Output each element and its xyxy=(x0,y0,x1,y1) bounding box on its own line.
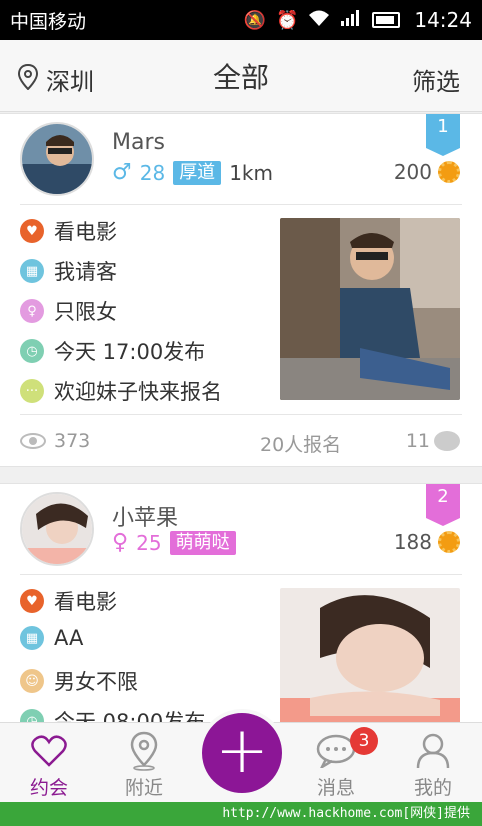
avatar[interactable] xyxy=(20,492,94,566)
top-bar: 深圳 全部 筛选 xyxy=(0,40,482,112)
detail-text: 我请客 xyxy=(54,260,117,284)
heart-outline-icon xyxy=(9,729,89,773)
detail-time: ◷ 今天 08:00发布 xyxy=(20,706,205,722)
user-name: Mars xyxy=(112,130,165,155)
comments-value: 11 xyxy=(405,430,430,452)
user-name: 小苹果 xyxy=(112,506,179,531)
detail-text: 只限女 xyxy=(54,300,117,324)
user-meta: ♂ 28 厚道 1km xyxy=(112,160,273,185)
detail-gender-limit: ♀ 只限女 xyxy=(20,296,117,326)
detail-text: 看电影 xyxy=(54,220,117,244)
tab-label: 我的 xyxy=(413,777,452,799)
distance: 1km xyxy=(229,160,273,185)
tab-label: 消息 xyxy=(316,777,355,799)
view-count: 373 xyxy=(20,430,90,452)
signal-icon xyxy=(340,9,362,32)
sun-icon xyxy=(438,531,460,553)
battery-icon xyxy=(372,12,401,28)
divider xyxy=(20,204,462,205)
person-icon: ☺ xyxy=(20,669,44,693)
detail-activity: ♥ 看电影 xyxy=(20,216,117,246)
clock-time: 14:24 xyxy=(414,8,472,32)
detail-note: ··· 欢迎妹子快来报名 xyxy=(20,376,222,406)
unread-badge: 3 xyxy=(350,727,378,755)
rank-badge: 1 xyxy=(426,114,460,156)
detail-text: 欢迎妹子快来报名 xyxy=(54,380,222,404)
post-card[interactable]: Mars ♂ 28 厚道 1km 200 1 ♥ 看电影 ▦ 我请客 ♀ 只限女… xyxy=(0,113,482,467)
heart-icon: ♥ xyxy=(20,589,44,613)
map-pin-icon xyxy=(104,729,184,773)
detail-activity: ♥ 看电影 xyxy=(20,586,117,616)
tab-dating[interactable]: 约会 xyxy=(9,729,89,800)
eye-icon xyxy=(20,433,46,449)
watermark: http://www.hackhome.com[网侠]提供 xyxy=(0,802,482,826)
detail-time: ◷ 今天 17:00发布 xyxy=(20,336,205,366)
ellipsis-icon: ··· xyxy=(20,379,44,403)
tab-label: 约会 xyxy=(29,777,68,799)
tab-nearby[interactable]: 附近 xyxy=(104,729,184,800)
post-list[interactable]: Mars ♂ 28 厚道 1km 200 1 ♥ 看电影 ▦ 我请客 ♀ 只限女… xyxy=(0,113,482,722)
post-stats: 373 20人报名 11 xyxy=(20,430,460,456)
post-photo[interactable] xyxy=(280,218,460,400)
add-post-button[interactable]: + xyxy=(198,709,286,797)
score-value: 200 xyxy=(393,160,432,184)
alarm-icon: ⏰ xyxy=(275,9,299,31)
heart-icon: ♥ xyxy=(20,219,44,243)
post-photo[interactable] xyxy=(280,588,460,722)
score-value: 188 xyxy=(393,530,432,554)
user-age: 25 xyxy=(136,530,162,555)
clock-icon: ◷ xyxy=(20,339,44,363)
views-value: 373 xyxy=(54,430,91,452)
wifi-icon xyxy=(308,9,330,32)
grid-icon: ▦ xyxy=(20,259,44,283)
tab-profile[interactable]: 我的 xyxy=(393,729,473,800)
avatar[interactable] xyxy=(20,122,94,196)
male-icon: ♂ xyxy=(112,160,132,185)
personality-tag: 厚道 xyxy=(173,160,222,185)
personality-tag: 萌萌哒 xyxy=(169,530,236,555)
detail-text: AA xyxy=(54,626,84,650)
carrier-name: 中国移动 xyxy=(10,10,87,33)
divider xyxy=(20,574,462,575)
mute-icon: 🔕 xyxy=(243,9,266,31)
user-meta: ♀ 25 萌萌哒 xyxy=(112,530,236,555)
grid-icon: ▦ xyxy=(20,626,44,650)
tab-label: 附近 xyxy=(124,777,163,799)
comment-bubble-icon xyxy=(434,431,460,451)
comment-count[interactable]: 11 xyxy=(406,430,460,452)
user-icon xyxy=(393,729,473,773)
female-icon: ♀ xyxy=(20,299,44,323)
divider xyxy=(20,414,462,415)
detail-payment: ▦ AA xyxy=(20,626,83,650)
user-age: 28 xyxy=(139,160,166,185)
detail-text: 今天 08:00发布 xyxy=(54,710,206,722)
bottom-tab-bar: 约会 附近 + 消息 3 我的 xyxy=(0,709,482,802)
detail-text: 看电影 xyxy=(54,590,117,614)
signup-count[interactable]: 20人报名 xyxy=(260,430,341,457)
status-icons: 🔕 ⏰ 14:24 xyxy=(244,8,472,32)
page-title: 全部 xyxy=(212,60,269,94)
female-icon: ♀ xyxy=(112,530,129,555)
charm-score: 200 xyxy=(394,160,460,184)
detail-gender-limit: ☺ 男女不限 xyxy=(20,666,138,696)
detail-payment: ▦ 我请客 xyxy=(20,256,117,286)
rank-badge: 2 xyxy=(426,484,460,526)
detail-text: 男女不限 xyxy=(54,670,138,694)
status-bar: 中国移动 🔕 ⏰ 14:24 xyxy=(0,0,482,40)
post-card[interactable]: 小苹果 ♀ 25 萌萌哒 188 2 ♥ 看电影 ▦ AA ☺ 男女不限 ◷ 今… xyxy=(0,483,482,722)
sun-icon xyxy=(438,161,460,183)
charm-score: 188 xyxy=(394,530,460,554)
clock-icon: ◷ xyxy=(20,709,44,722)
filter-button[interactable]: 筛选 xyxy=(412,62,460,97)
detail-text: 今天 17:00发布 xyxy=(54,340,206,364)
